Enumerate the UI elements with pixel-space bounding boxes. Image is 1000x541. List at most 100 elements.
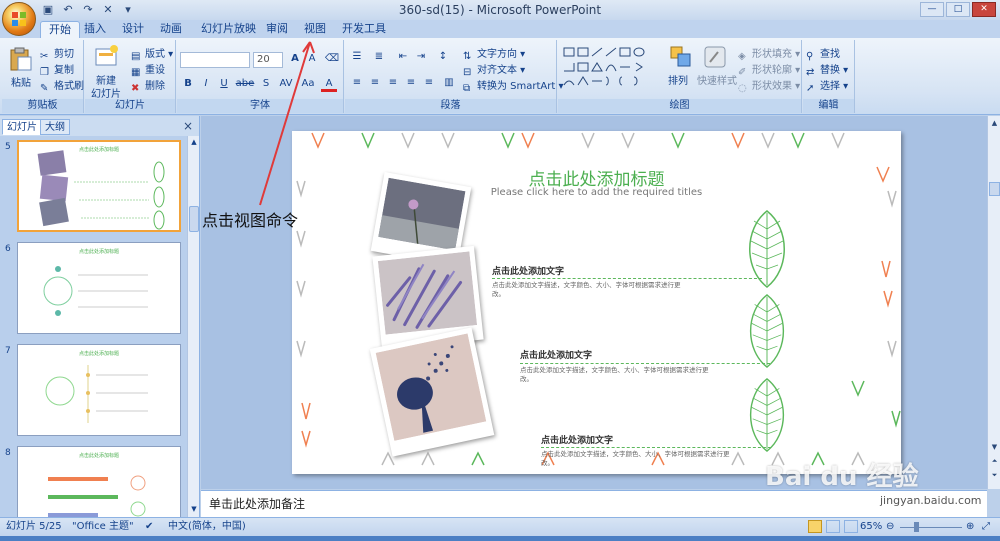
increase-indent-icon[interactable]: ⇥ <box>413 50 429 65</box>
paste-icon[interactable] <box>8 46 34 72</box>
shrink-font-button[interactable]: A <box>304 52 320 67</box>
previous-slide-icon[interactable]: ⏶ <box>989 456 1000 467</box>
replace-button[interactable]: ⇄ 替换 ▾ <box>806 61 848 78</box>
shape-fill-button[interactable]: ◈ 形状填充 ▾ <box>738 45 800 62</box>
office-button[interactable] <box>2 2 36 36</box>
close-window-icon[interactable]: ✕ <box>972 2 996 17</box>
tab-developer[interactable]: 开发工具 <box>334 21 394 38</box>
find-button[interactable]: ⚲ 查找 <box>806 45 840 62</box>
layout-button[interactable]: ▤ 版式 ▾ <box>131 45 173 62</box>
thumbnail-scrollbar[interactable]: ▲ ▼ <box>187 136 199 517</box>
bullets-icon[interactable]: ☰ <box>349 50 365 65</box>
font-name-combo[interactable] <box>180 52 250 68</box>
quick-styles-icon[interactable] <box>702 44 728 70</box>
smartart-button[interactable]: ⧉ 转换为 SmartArt ▾ <box>463 77 564 94</box>
zoom-in-icon[interactable]: ⊕ <box>966 518 974 536</box>
align-left-icon[interactable]: ≡ <box>349 76 365 91</box>
close-panel-icon[interactable]: × <box>183 119 193 133</box>
notes-pane[interactable]: 单击此处添加备注 <box>201 490 987 517</box>
delete-icon: ✖ <box>131 83 140 94</box>
spell-check-icon[interactable]: ✔ <box>145 518 153 536</box>
scroll-up-icon[interactable]: ▲ <box>189 138 199 148</box>
item-title-2[interactable]: 点击此处添加文字 <box>520 348 592 361</box>
scroll-down-icon[interactable]: ▼ <box>989 442 1000 453</box>
line-spacing-icon[interactable]: ↕ <box>435 50 451 65</box>
numbering-icon[interactable]: ≣ <box>371 50 387 65</box>
slide-scrollbar[interactable]: ▲ ▼ ⏶ ⏷ <box>987 116 1000 489</box>
tab-outline[interactable]: 大纲 <box>40 119 70 135</box>
font-color-button[interactable]: A <box>321 77 337 92</box>
select-button[interactable]: ➚ 选择 ▾ <box>806 77 848 94</box>
delete-slide-button[interactable]: ✖ 删除 <box>131 77 165 94</box>
tab-view[interactable]: 视图 <box>296 21 334 38</box>
slide-thumbnail-5[interactable]: 点击此处添加标题 <box>17 140 181 232</box>
fit-window-icon[interactable]: ⤢ <box>982 518 990 536</box>
current-slide[interactable]: 点击此处添加标题 Please click here to add the re… <box>292 131 901 474</box>
zoom-slider[interactable] <box>900 527 962 528</box>
item-desc-3[interactable]: 点击此处添加文字描述，文字颜色、大小、字体可根据需求进行更改。 <box>541 450 741 468</box>
text-direction-button[interactable]: ⇅ 文字方向 ▾ <box>463 45 525 62</box>
zoom-level[interactable]: 65% <box>860 518 882 536</box>
font-size-combo[interactable]: 20 <box>253 52 283 68</box>
scroll-thumb[interactable] <box>989 182 1000 196</box>
clear-format-icon[interactable]: ⌫ <box>324 52 340 67</box>
align-text-button[interactable]: ⊟ 对齐文本 ▾ <box>463 61 525 78</box>
arrange-button[interactable]: 排列 <box>668 72 688 87</box>
tab-animation[interactable]: 动画 <box>152 21 190 38</box>
next-slide-icon[interactable]: ⏷ <box>989 470 1000 481</box>
shapes-gallery[interactable] <box>562 45 662 91</box>
italic-button[interactable]: I <box>198 77 214 92</box>
paste-button[interactable]: 粘贴 <box>11 74 31 89</box>
slide-sorter-icon[interactable] <box>826 520 840 533</box>
item-title-3[interactable]: 点击此处添加文字 <box>541 433 613 446</box>
item-desc-2[interactable]: 点击此处添加文字描述，文字颜色、大小、字体可根据需求进行更改。 <box>520 366 720 384</box>
slide-thumbnail-6[interactable]: 点击此处添加标题 <box>17 242 181 334</box>
scroll-thumb[interactable] <box>189 206 199 232</box>
language-indicator[interactable]: 中文(简体，中国) <box>168 518 246 536</box>
tab-insert[interactable]: 插入 <box>76 21 114 38</box>
zoom-out-icon[interactable]: ⊖ <box>886 518 894 536</box>
underline-button[interactable]: U <box>216 77 232 92</box>
new-slide-button-2[interactable]: 幻灯片 <box>91 85 121 100</box>
strikethrough-button[interactable]: abe <box>234 77 256 92</box>
justify-icon[interactable]: ≡ <box>403 76 419 91</box>
photo-tree[interactable] <box>369 327 495 457</box>
theme-name: "Office 主题" <box>72 521 134 532</box>
format-painter-button[interactable]: ✎ 格式刷 <box>40 77 84 94</box>
char-spacing-button[interactable]: AV <box>276 77 296 92</box>
normal-view-icon[interactable] <box>808 520 822 533</box>
arrange-icon[interactable] <box>668 44 694 70</box>
zoom-slider-thumb[interactable] <box>914 522 919 532</box>
shape-effects-button[interactable]: ◌ 形状效果 ▾ <box>738 77 800 94</box>
cut-button[interactable]: ✂ 剪切 <box>40 45 74 62</box>
maximize-icon[interactable]: □ <box>946 2 970 17</box>
tab-review[interactable]: 审阅 <box>258 21 296 38</box>
item-desc-1[interactable]: 点击此处添加文字描述，文字颜色、大小、字体可根据需求进行更改。 <box>492 281 692 299</box>
copy-button[interactable]: ❐ 复制 <box>40 61 74 78</box>
scroll-up-icon[interactable]: ▲ <box>989 118 1000 129</box>
tab-home[interactable]: 开始 <box>40 21 80 38</box>
scroll-down-icon[interactable]: ▼ <box>189 505 199 515</box>
minimize-icon[interactable]: — <box>920 2 944 17</box>
grow-font-button[interactable]: A <box>287 52 303 67</box>
decrease-indent-icon[interactable]: ⇤ <box>395 50 411 65</box>
change-case-button[interactable]: Aa <box>298 77 318 92</box>
reset-button[interactable]: ▦ 重设 <box>131 61 165 78</box>
columns-icon[interactable]: ▥ <box>441 76 457 91</box>
quick-styles-button[interactable]: 快速样式 <box>697 72 737 87</box>
slide-thumbnail-7[interactable]: 点击此处添加标题 <box>17 344 181 436</box>
tab-design[interactable]: 设计 <box>114 21 152 38</box>
distribute-icon[interactable]: ≡ <box>421 76 437 91</box>
tab-slides[interactable]: 幻灯片 <box>2 119 42 135</box>
shadow-button[interactable]: S <box>258 77 274 92</box>
tab-slideshow[interactable]: 幻灯片放映 <box>193 21 264 38</box>
item-title-1[interactable]: 点击此处添加文字 <box>492 264 564 277</box>
new-slide-icon[interactable] <box>94 44 120 70</box>
svg-text:点击此处添加标题: 点击此处添加标题 <box>79 146 119 153</box>
align-right-icon[interactable]: ≡ <box>385 76 401 91</box>
align-center-icon[interactable]: ≡ <box>367 76 383 91</box>
slide-thumbnail-8[interactable]: 点击此处添加标题 <box>17 446 181 517</box>
shape-outline-button[interactable]: ✐ 形状轮廓 ▾ <box>738 61 800 78</box>
bold-button[interactable]: B <box>180 77 196 92</box>
slideshow-view-icon[interactable] <box>844 520 858 533</box>
